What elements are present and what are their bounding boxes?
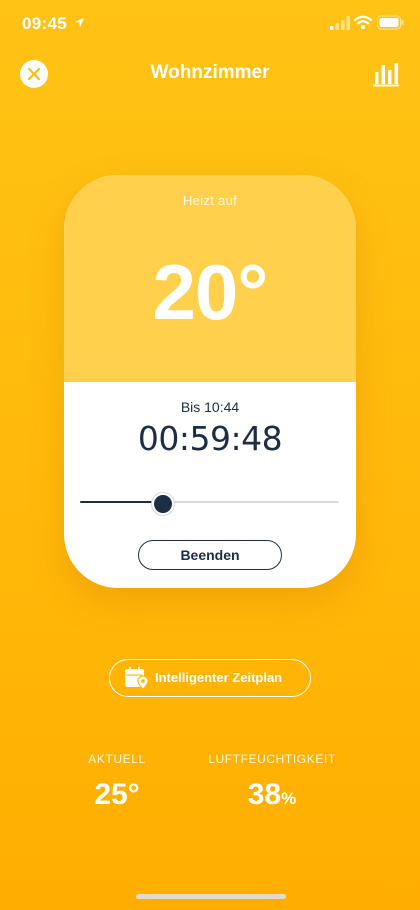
battery-icon bbox=[377, 15, 404, 30]
humidity-value-line: 38% bbox=[202, 778, 342, 812]
humidity-unit: % bbox=[281, 789, 297, 808]
bar-chart-icon[interactable] bbox=[372, 60, 400, 88]
current-temperature-value: 25° bbox=[94, 778, 140, 811]
smart-schedule-button[interactable]: Intelligenter Zeitplan bbox=[109, 659, 311, 697]
slider-thumb[interactable] bbox=[151, 493, 174, 515]
countdown-timer: 00:59:48 bbox=[137, 419, 283, 458]
home-indicator[interactable] bbox=[136, 894, 286, 899]
current-temperature-stat: AKTUELL 25° bbox=[80, 752, 154, 812]
room-title: Wohnzimmer bbox=[150, 62, 270, 83]
humidity-value: 38 bbox=[247, 778, 282, 811]
cellular-signal-icon bbox=[330, 16, 350, 30]
target-temperature[interactable]: 20° bbox=[64, 247, 356, 338]
heating-status: Heizt auf bbox=[182, 193, 237, 208]
status-time: 09:45 bbox=[22, 14, 67, 33]
end-button[interactable]: Beenden bbox=[138, 540, 282, 570]
smart-schedule-label: Intelligenter Zeitplan bbox=[155, 670, 283, 685]
status-bar: 09:45 bbox=[0, 0, 420, 50]
wifi-icon bbox=[354, 15, 372, 29]
current-temperature-label: AKTUELL bbox=[88, 752, 146, 766]
location-arrow-icon bbox=[74, 17, 85, 28]
heating-card: Heizt auf 20° Bis 10:44 00:59:48 Beenden bbox=[64, 175, 356, 588]
humidity-label: LUFTFEUCHTIGKEIT bbox=[208, 752, 336, 766]
end-time: Bis 10:44 bbox=[180, 399, 240, 415]
calendar-location-icon bbox=[125, 666, 149, 690]
duration-slider[interactable] bbox=[80, 493, 339, 515]
card-header: Heizt auf 20° bbox=[64, 175, 356, 382]
humidity-stat: LUFTFEUCHTIGKEIT 38% bbox=[202, 752, 342, 812]
slider-fill bbox=[80, 501, 163, 503]
